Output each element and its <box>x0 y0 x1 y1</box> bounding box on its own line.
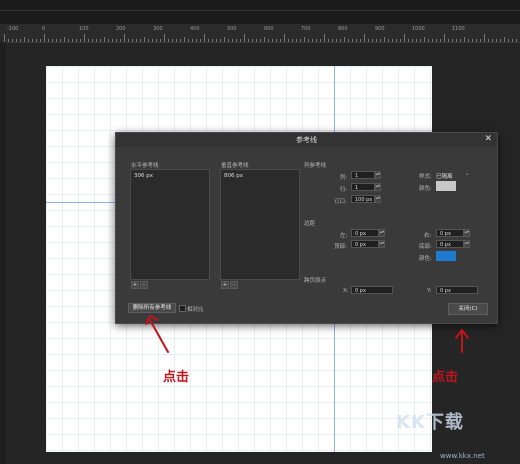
arrow-shaft <box>149 319 169 353</box>
watermark-url: www.kkx.net <box>440 452 485 460</box>
watermark-logo: KK下载 <box>396 412 464 433</box>
click-annotation-right: 点击 <box>432 370 459 385</box>
click-annotation-left: 点击 <box>163 370 190 385</box>
annotation-arrows <box>145 315 469 353</box>
